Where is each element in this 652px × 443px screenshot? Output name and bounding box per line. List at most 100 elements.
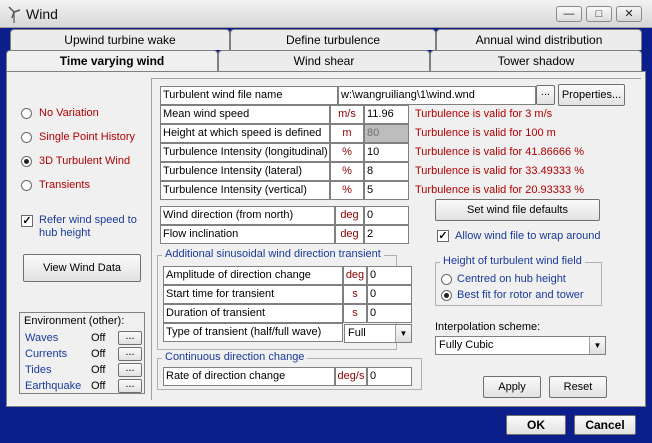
env-value-waves: Off [91, 332, 106, 344]
wind-window: Wind — □ ✕ Upwind turbine wake Define tu… [0, 0, 652, 443]
tab-tower-shadow[interactable]: Tower shadow [430, 50, 642, 71]
radio-no-variation[interactable] [21, 108, 32, 119]
refer-wind-speed-checkbox[interactable]: ✓ [21, 215, 33, 227]
time-varying-wind-panel: No Variation Single Point History 3D Tur… [6, 71, 646, 407]
wind-turbine-icon [8, 6, 21, 23]
edit-tides-button[interactable]: ... [118, 363, 142, 377]
reset-button[interactable]: Reset [549, 376, 607, 398]
env-name-earthquake: Earthquake [25, 380, 82, 392]
label-no-variation: No Variation [39, 107, 99, 119]
tab-time-varying-wind[interactable]: Time varying wind [6, 50, 218, 72]
radio-transients[interactable] [21, 180, 32, 191]
continuous-title: Continuous direction change [162, 351, 308, 363]
valid-height: Turbulence is valid for 100 m [415, 127, 556, 139]
valid-mean-wind-speed: Turbulence is valid for 3 m/s [415, 108, 553, 120]
param-unit: m/s [330, 105, 364, 124]
valid-ti-longitudinal: Turbulence is valid for 41.86666 % [415, 146, 584, 158]
cancel-button[interactable]: Cancel [574, 415, 636, 435]
wrap-around-label: Allow wind file to wrap around [455, 230, 601, 242]
environment-title: Environment (other): [24, 315, 125, 327]
turbulent-file-input[interactable]: w:\wangruiliang\1\wind.wnd [338, 86, 536, 105]
param-label: Rate of direction change [163, 367, 335, 386]
radio-3d-turbulent-wind[interactable] [21, 156, 32, 167]
env-value-currents: Off [91, 348, 106, 360]
radio-best-fit[interactable] [441, 290, 452, 301]
start-time-input[interactable]: 0 [367, 285, 412, 304]
apply-button[interactable]: Apply [483, 376, 541, 398]
env-name-tides: Tides [25, 364, 52, 376]
param-unit: % [330, 143, 364, 162]
label-3d-turbulent-wind: 3D Turbulent Wind [39, 155, 131, 167]
param-label: Turbulence Intensity (vertical) [160, 181, 330, 200]
param-label: Duration of transient [163, 304, 343, 323]
label-transients: Transients [39, 179, 90, 191]
valid-ti-lateral: Turbulence is valid for 33.49333 % [415, 165, 584, 177]
tab-upwind-turbine-wake[interactable]: Upwind turbine wake [10, 29, 230, 50]
chevron-down-icon[interactable]: ▼ [589, 337, 605, 354]
param-label: Height at which speed is defined [160, 124, 330, 143]
param-label: Wind direction (from north) [160, 206, 335, 225]
flow-inclination-input[interactable]: 2 [364, 225, 409, 244]
edit-currents-button[interactable]: ... [118, 347, 142, 361]
transient-type-select[interactable]: Full ▼ [344, 324, 412, 343]
env-name-currents: Currents [25, 348, 68, 360]
radio-single-point-history[interactable] [21, 132, 32, 143]
dialog-button-bar: OK Cancel [6, 408, 646, 440]
param-label: Flow inclination [160, 225, 335, 244]
param-label: Turbulence Intensity (longitudinal) [160, 143, 330, 162]
ok-button[interactable]: OK [506, 415, 566, 435]
param-label: Type of transient (half/full wave) [163, 323, 343, 342]
minimize-button[interactable]: — [556, 6, 582, 22]
param-label: Mean wind speed [160, 105, 330, 124]
valid-ti-vertical: Turbulence is valid for 20.93333 % [415, 184, 584, 196]
maximize-button[interactable]: □ [586, 6, 612, 22]
view-wind-data-button[interactable]: View Wind Data [23, 254, 141, 282]
tab-annual-wind-distribution[interactable]: Annual wind distribution [436, 29, 642, 50]
interpolation-value: Fully Cubic [439, 339, 494, 351]
wind-direction-input[interactable]: 0 [364, 206, 409, 225]
mean-wind-speed-input[interactable]: 11.96 [364, 105, 409, 124]
rate-of-direction-change-input[interactable]: 0 [367, 367, 412, 386]
height-input: 80 [364, 124, 409, 143]
turbulent-file-label: Turbulent wind file name [160, 86, 338, 105]
param-unit: deg [335, 225, 364, 244]
height-field-title: Height of turbulent wind field [440, 255, 585, 267]
edit-earthquake-button[interactable]: ... [118, 379, 142, 393]
transient-type-value: Full [348, 327, 366, 339]
env-value-tides: Off [91, 364, 106, 376]
env-name-waves: Waves [25, 332, 59, 344]
param-label: Start time for transient [163, 285, 343, 304]
param-unit: deg [335, 206, 364, 225]
ti-vertical-input[interactable]: 5 [364, 181, 409, 200]
param-label: Turbulence Intensity (lateral) [160, 162, 330, 181]
properties-button[interactable]: Properties... [558, 84, 625, 106]
param-unit: deg [343, 266, 367, 285]
set-wind-file-defaults-button[interactable]: Set wind file defaults [435, 199, 600, 221]
duration-input[interactable]: 0 [367, 304, 412, 323]
param-unit: deg/s [335, 367, 367, 386]
title-bar[interactable]: Wind — □ ✕ [0, 0, 652, 28]
browse-file-button[interactable]: ... [536, 85, 555, 105]
interpolation-label: Interpolation scheme: [435, 321, 541, 333]
label-centred-on-hub: Centred on hub height [457, 273, 566, 285]
param-unit: s [343, 285, 367, 304]
param-unit: s [343, 304, 367, 323]
interpolation-select[interactable]: Fully Cubic ▼ [435, 336, 606, 355]
amplitude-input[interactable]: 0 [367, 266, 412, 285]
label-single-point-history: Single Point History [39, 131, 135, 143]
window-title: Wind [26, 6, 58, 22]
tab-define-turbulence[interactable]: Define turbulence [230, 29, 436, 50]
radio-centred-on-hub[interactable] [441, 274, 452, 285]
close-button[interactable]: ✕ [616, 6, 642, 22]
wrap-around-checkbox[interactable]: ✓ [437, 230, 449, 242]
ti-lateral-input[interactable]: 8 [364, 162, 409, 181]
refer-wind-speed-label: Refer wind speed to hub height [39, 214, 137, 239]
tab-wind-shear[interactable]: Wind shear [218, 50, 430, 71]
edit-waves-button[interactable]: ... [118, 331, 142, 345]
param-label: Amplitude of direction change [163, 266, 343, 285]
param-unit: % [330, 181, 364, 200]
param-unit: m [330, 124, 364, 143]
tab-strip: Upwind turbine wake Define turbulence An… [6, 29, 646, 72]
ti-longitudinal-input[interactable]: 10 [364, 143, 409, 162]
chevron-down-icon[interactable]: ▼ [395, 325, 411, 342]
